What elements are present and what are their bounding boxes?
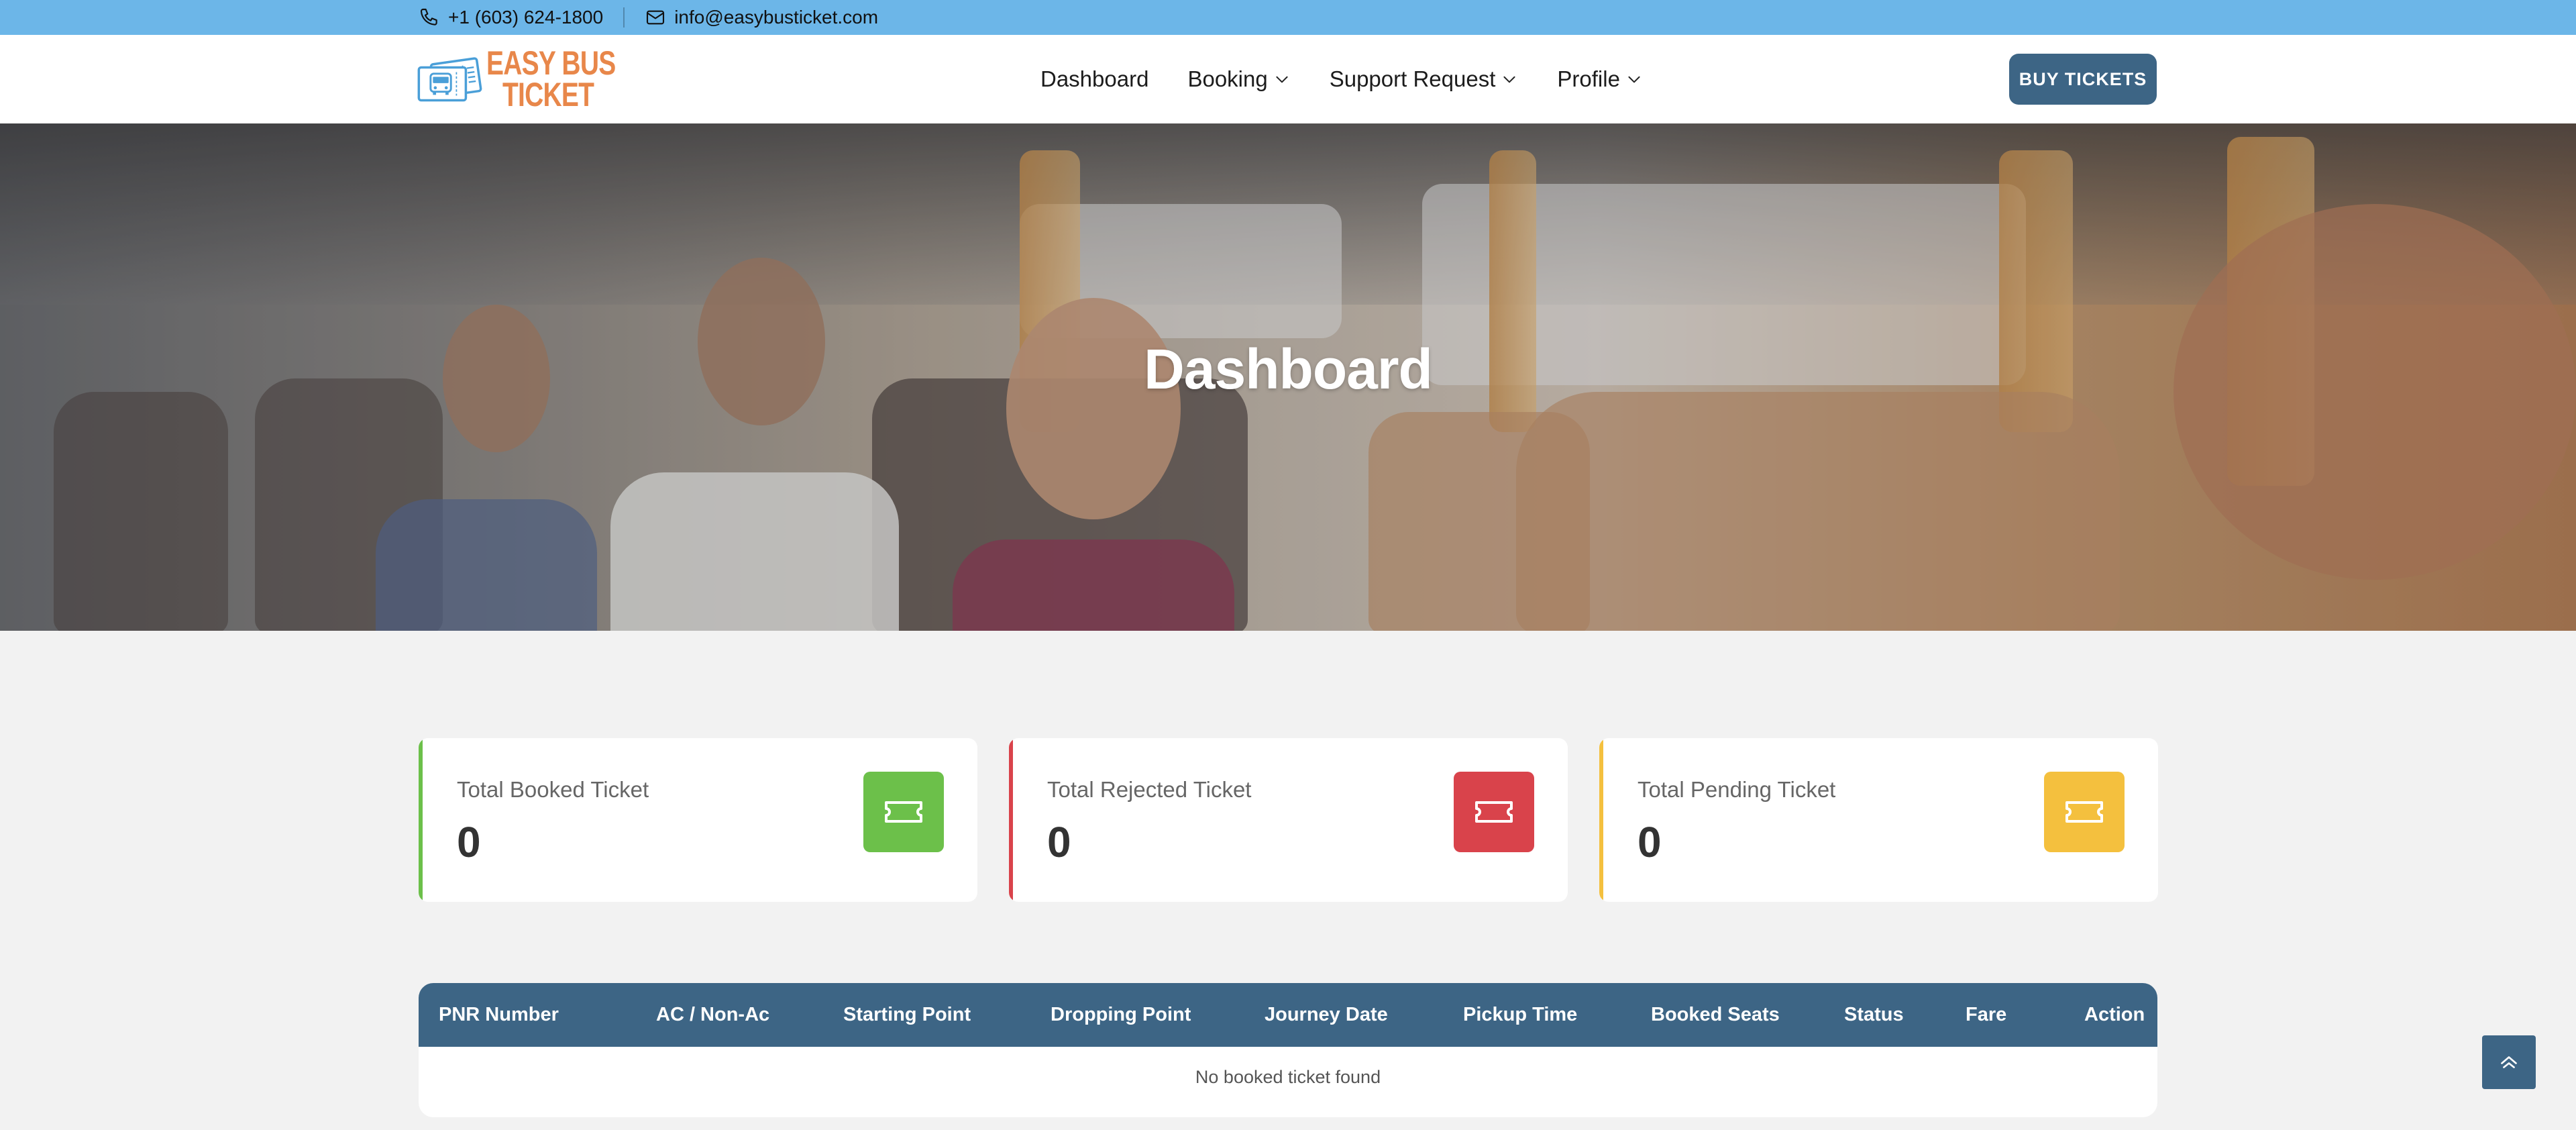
nav-booking[interactable]: Booking	[1187, 66, 1290, 92]
stat-card-booked: Total Booked Ticket 0	[419, 738, 977, 902]
column-header-journey-date[interactable]: Journey Date	[1265, 983, 1388, 1047]
nav-profile[interactable]: Profile	[1557, 66, 1643, 92]
logo-text: EASY BUS TICKET	[486, 44, 652, 113]
chevron-down-icon	[1503, 76, 1515, 83]
page-title: Dashboard	[1144, 338, 1433, 401]
stat-label: Total Rejected Ticket	[1047, 777, 1252, 802]
ticket-icon	[863, 772, 944, 852]
divider	[623, 7, 625, 28]
phone-contact[interactable]: +1 (603) 624-1800	[419, 7, 603, 28]
column-header-booked-seats[interactable]: Booked Seats	[1651, 983, 1780, 1047]
site-header: EASY BUS TICKET Dashboard Booking Suppor…	[0, 35, 2576, 123]
chevron-down-icon	[1628, 76, 1640, 83]
column-header-dropping-point[interactable]: Dropping Point	[1051, 983, 1191, 1047]
chevron-down-icon	[1276, 76, 1288, 83]
nav-label: Booking	[1187, 66, 1268, 91]
main-nav: Dashboard Booking Support Request Profil…	[1040, 35, 1643, 123]
column-header-pnr-number[interactable]: PNR Number	[439, 983, 559, 1047]
column-header-action[interactable]: Action	[2084, 983, 2145, 1047]
empty-table-message: No booked ticket found	[1195, 1067, 1381, 1087]
nav-label: Profile	[1557, 66, 1620, 91]
buy-tickets-button[interactable]: BUY TICKETS	[2009, 54, 2157, 105]
table-header: PNR Number AC / Non-Ac Starting Point Dr…	[419, 983, 2157, 1047]
nav-label: Support Request	[1329, 66, 1496, 91]
phone-number: +1 (603) 624-1800	[448, 7, 604, 28]
contact-bar: +1 (603) 624-1800 info@easybusticket.com	[0, 0, 2576, 35]
scroll-to-top-button[interactable]	[2482, 1035, 2536, 1089]
stat-label: Total Booked Ticket	[457, 777, 649, 802]
column-header-pickup-time[interactable]: Pickup Time	[1463, 983, 1577, 1047]
phone-icon	[420, 8, 437, 25]
logo[interactable]: EASY BUS TICKET	[417, 39, 652, 119]
nav-label: Dashboard	[1040, 66, 1149, 91]
column-header-starting-point[interactable]: Starting Point	[843, 983, 971, 1047]
hero-banner: Dashboard	[0, 123, 2576, 631]
mail-icon	[647, 10, 665, 25]
ticket-icon	[2044, 772, 2125, 852]
stat-card-rejected: Total Rejected Ticket 0	[1009, 738, 1568, 902]
logo-line-1: EASY BUS	[486, 44, 616, 82]
email-contact[interactable]: info@easybusticket.com	[645, 7, 878, 28]
stat-value: 0	[1047, 818, 1071, 866]
logo-line-2: TICKET	[502, 76, 594, 113]
column-header-fare[interactable]: Fare	[1966, 983, 2006, 1047]
nav-dashboard[interactable]: Dashboard	[1040, 66, 1148, 92]
email-address: info@easybusticket.com	[674, 7, 879, 28]
column-header-status[interactable]: Status	[1844, 983, 1904, 1047]
column-header-ac-non-ac[interactable]: AC / Non-Ac	[656, 983, 769, 1047]
card-accent	[419, 738, 423, 902]
card-accent	[1009, 738, 1013, 902]
stat-card-pending: Total Pending Ticket 0	[1599, 738, 2158, 902]
ticket-icon	[1454, 772, 1534, 852]
bus-ticket-logo-icon	[417, 57, 482, 102]
stat-value: 0	[457, 818, 481, 866]
double-chevron-up-icon	[2501, 1056, 2517, 1068]
stat-label: Total Pending Ticket	[1638, 777, 1836, 802]
nav-support-request[interactable]: Support Request	[1330, 66, 1519, 92]
booked-tickets-table: PNR Number AC / Non-Ac Starting Point Dr…	[419, 983, 2157, 1117]
card-accent	[1599, 738, 1603, 902]
stat-value: 0	[1638, 818, 1662, 866]
